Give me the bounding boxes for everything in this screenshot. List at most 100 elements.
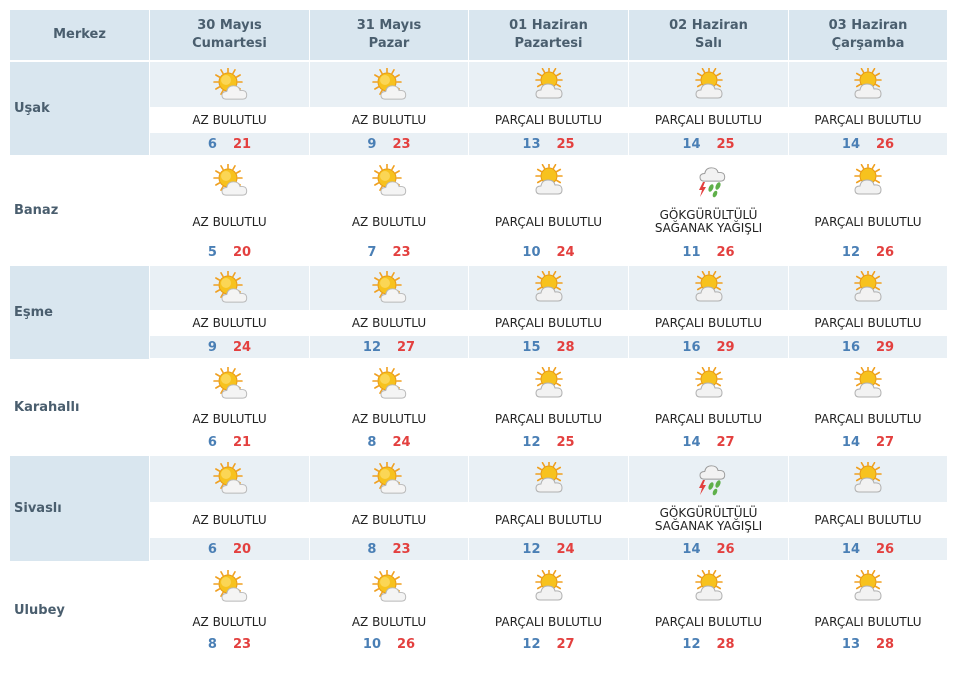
partly-cloudy-icon	[531, 367, 567, 401]
weather-icon-cell	[469, 564, 628, 610]
min-temperature: 9	[367, 136, 377, 152]
weather-icon-cell	[310, 158, 468, 203]
sun-cloud-icon	[212, 271, 248, 305]
header-weekday: Pazartesi	[514, 36, 583, 51]
max-temperature: 26	[876, 244, 895, 260]
min-temperature: 8	[367, 541, 377, 557]
weather-icon-cell	[310, 564, 468, 610]
forecast-table: Merkez 30 Mayıs Cumartesi 31 Mayıs Pazar 01 H…	[0, 0, 957, 684]
station-name-label: Ulubey	[14, 603, 65, 618]
max-temperature: 25	[556, 136, 575, 152]
sun-cloud-icon	[371, 462, 407, 496]
condition-label: AZ BULUTLU	[192, 512, 267, 527]
condition-label: PARÇALI BULUTLU	[814, 112, 922, 127]
max-temperature: 23	[392, 541, 411, 557]
max-temperature: 29	[716, 339, 735, 355]
weather-icon-cell	[629, 361, 788, 407]
condition-label: AZ BULUTLU	[351, 512, 427, 527]
max-temperature: 25	[716, 136, 735, 152]
weather-icon-cell	[150, 158, 309, 203]
temperature-cell: 12 24	[469, 538, 629, 560]
condition-label: GÖKGÜRÜLTÜLÜ SAĞANAK YAĞIŞLI	[654, 506, 763, 533]
min-temperature: 14	[841, 434, 860, 450]
max-temperature: 26	[876, 136, 895, 152]
max-temperature: 26	[876, 541, 895, 557]
max-temperature: 27	[716, 434, 735, 450]
header-station-label: Merkez	[10, 10, 149, 60]
min-temperature: 12	[682, 636, 701, 652]
condition-label: AZ BULUTLU	[351, 315, 427, 330]
weather-icon-cell	[469, 62, 629, 107]
min-temperature: 13	[522, 136, 541, 152]
condition-label: PARÇALI BULUTLU	[494, 411, 603, 426]
condition-label: AZ BULUTLU	[351, 411, 427, 426]
min-temperature: 9	[207, 339, 217, 355]
header-day-2: 31 Mayıs Pazar	[310, 10, 468, 60]
max-temperature: 27	[397, 339, 416, 355]
temperature-cell: 14 27	[629, 431, 788, 453]
temperature-cell: 8 23	[150, 633, 309, 655]
min-temperature: 8	[367, 434, 377, 450]
temperature-cell: 12 26	[789, 241, 947, 263]
station-name: Banaz	[10, 158, 149, 263]
condition-label: PARÇALI BULUTLU	[814, 315, 922, 330]
condition-text: PARÇALI BULUTLU	[469, 610, 628, 634]
max-temperature: 21	[232, 434, 252, 450]
condition-label: PARÇALI BULUTLU	[654, 411, 763, 426]
sun-cloud-icon	[371, 570, 407, 604]
min-temperature: 5	[207, 244, 217, 260]
station-name-label: Karahallı	[14, 400, 80, 415]
partly-cloudy-icon	[531, 271, 567, 305]
min-temperature: 12	[841, 244, 860, 260]
temperature-cell: 14 25	[629, 133, 789, 155]
condition-text: AZ BULUTLU	[310, 502, 468, 538]
station-name: Uşak	[10, 62, 149, 155]
max-temperature: 23	[232, 636, 252, 652]
partly-cloudy-icon	[691, 67, 727, 102]
temperature-cell: 16 29	[629, 336, 789, 358]
partly-cloudy-icon	[850, 67, 886, 102]
temperature-cell: 14 26	[789, 538, 947, 560]
condition-label: PARÇALI BULUTLU	[654, 112, 763, 127]
condition-text: PARÇALI BULUTLU	[469, 407, 628, 431]
weather-icon-cell	[789, 158, 947, 203]
weather-icon-cell	[629, 62, 789, 107]
condition-label: AZ BULUTLU	[351, 614, 427, 629]
max-temperature: 24	[392, 434, 411, 450]
weather-icon-cell	[469, 266, 629, 310]
weather-icon-cell	[150, 62, 310, 107]
weather-icon-cell	[150, 361, 309, 407]
condition-label: AZ BULUTLU	[192, 614, 267, 629]
thunderstorm-rain-icon	[691, 164, 727, 198]
temperature-cell: 5 20	[150, 241, 309, 263]
min-temperature: 8	[207, 636, 217, 652]
header-day-4: 02 Haziran Salı	[629, 10, 788, 60]
min-temperature: 14	[841, 136, 860, 152]
station-name-label: Banaz	[14, 203, 59, 218]
max-temperature: 26	[716, 541, 735, 557]
min-temperature: 14	[682, 434, 701, 450]
weather-icon-cell	[469, 158, 628, 203]
min-temperature: 10	[522, 244, 541, 260]
partly-cloudy-icon	[850, 367, 886, 401]
partly-cloudy-icon	[850, 570, 886, 604]
temperature-cell: 15 28	[469, 336, 629, 358]
condition-text: AZ BULUTLU	[310, 108, 468, 132]
condition-text: AZ BULUTLU	[150, 108, 309, 132]
temperature-cell: 14 27	[789, 431, 947, 453]
min-temperature: 11	[682, 244, 701, 260]
condition-text: PARÇALI BULUTLU	[629, 610, 788, 634]
temperature-cell: 12 27	[469, 633, 628, 655]
station-name-label: Sivaslı	[14, 501, 62, 516]
header-weekday: Pazar	[368, 36, 410, 51]
condition-text: AZ BULUTLU	[310, 203, 468, 241]
condition-label: PARÇALI BULUTLU	[494, 512, 603, 527]
condition-text: GÖKGÜRÜLTÜLÜ SAĞANAK YAĞIŞLI	[629, 502, 788, 538]
condition-label: PARÇALI BULUTLU	[814, 411, 922, 426]
max-temperature: 28	[876, 636, 895, 652]
temperature-cell: 12 27	[310, 336, 469, 358]
condition-label: PARÇALI BULUTLU	[494, 214, 603, 229]
station-name-label: Eşme	[14, 305, 53, 320]
temperature-cell: 6 21	[150, 431, 309, 453]
weather-icon-cell	[629, 266, 789, 310]
